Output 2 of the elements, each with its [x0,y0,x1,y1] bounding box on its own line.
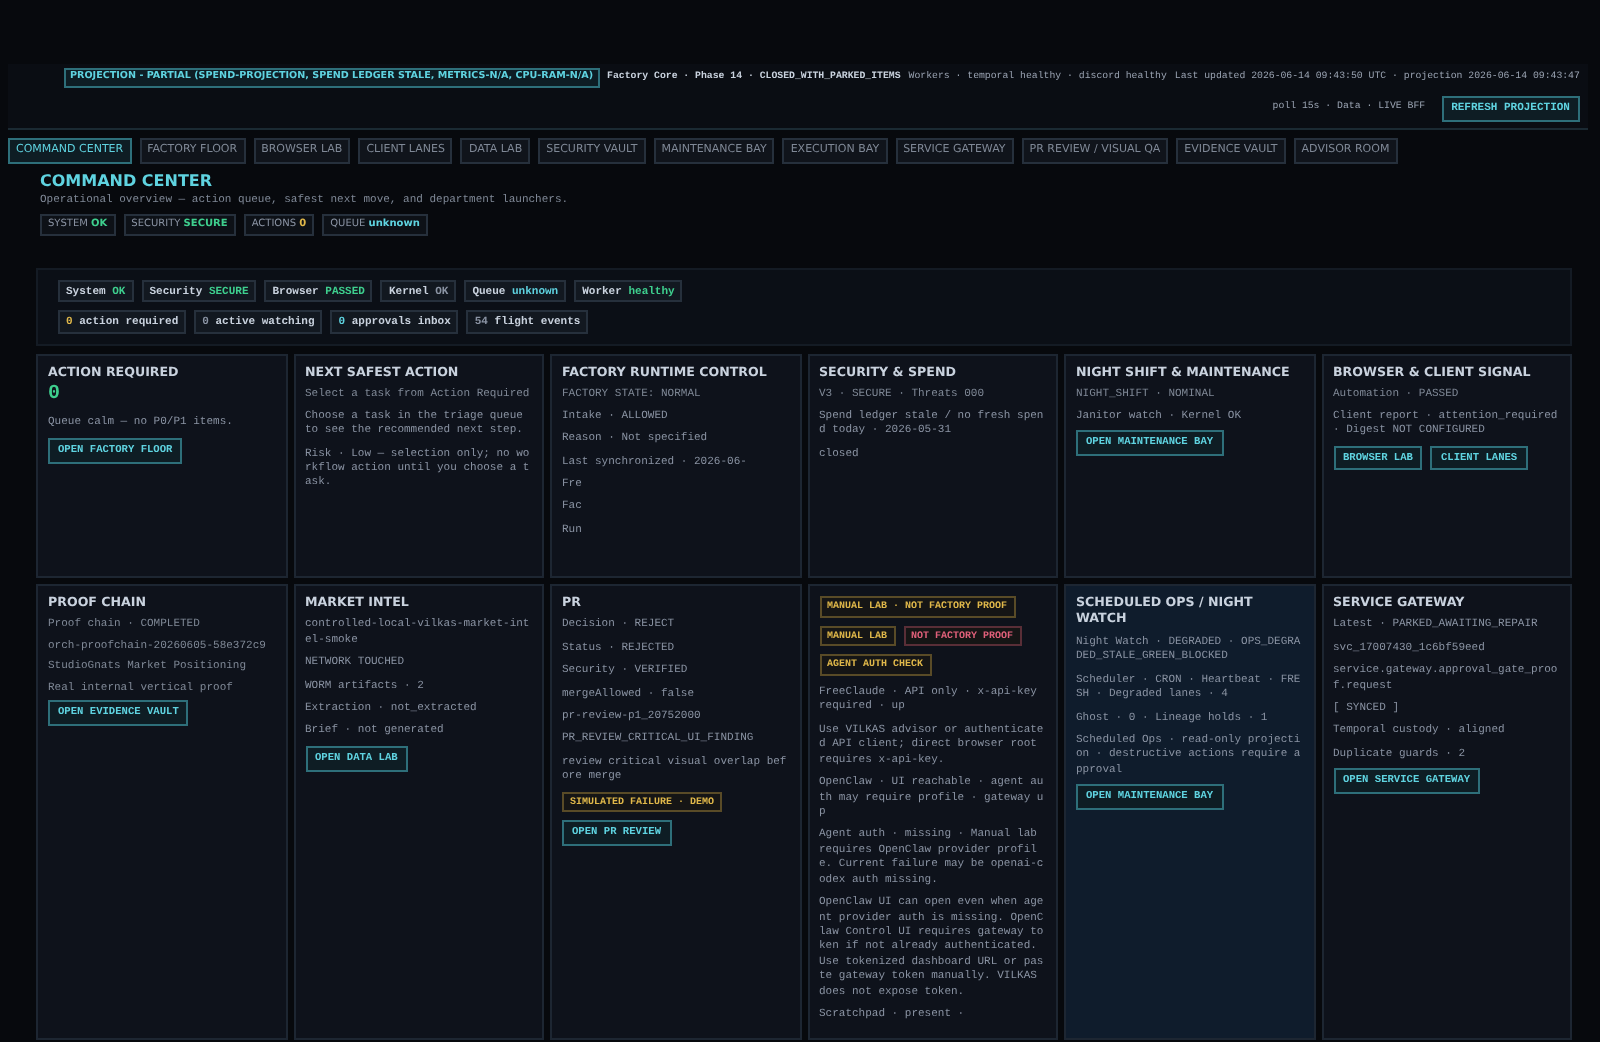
count-value: 0 [48,386,63,407]
page-title: COMMAND CENTER [40,172,215,192]
